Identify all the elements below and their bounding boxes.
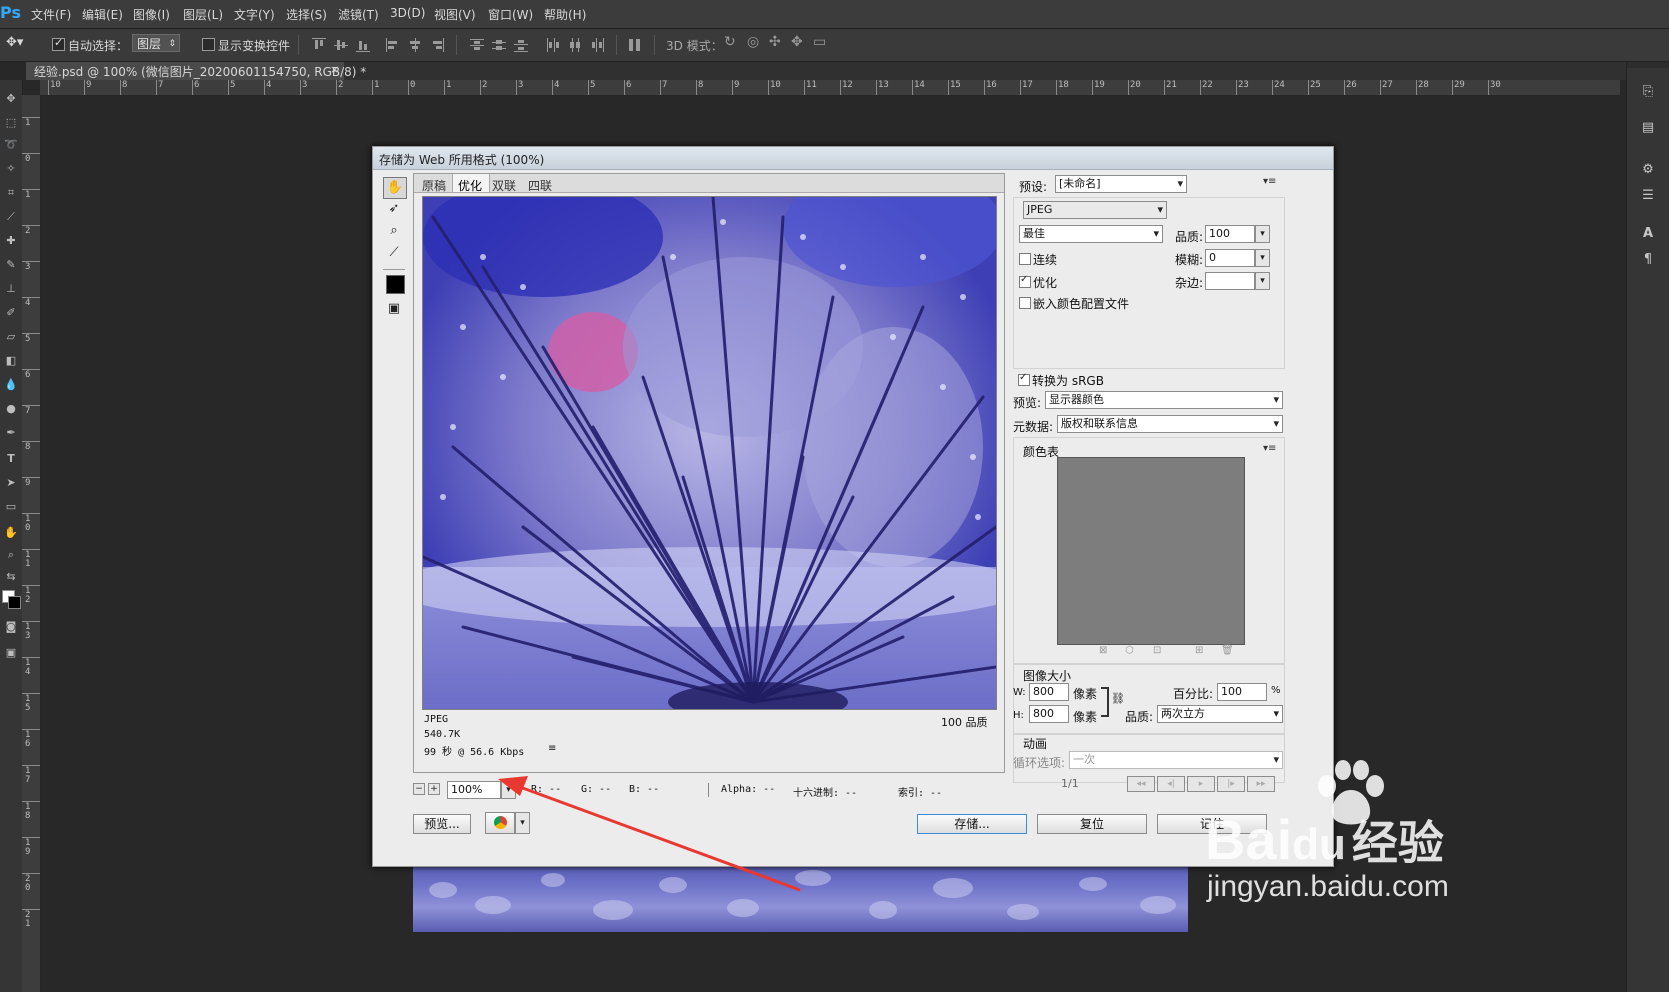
baidu-url: jingyan.baidu.com	[1207, 870, 1449, 903]
baidu-logo-text: Baidu 经验	[1205, 810, 1444, 875]
baidu-jingyan: 经验	[1351, 817, 1444, 869]
baidu-du: du	[1292, 820, 1346, 869]
baidu-watermark: Baidu 经验 jingyan.baidu.com	[1205, 760, 1625, 910]
red-arrow-head	[498, 776, 528, 796]
red-arrow-line	[519, 785, 801, 892]
baidu-bai: Bai	[1205, 808, 1293, 871]
